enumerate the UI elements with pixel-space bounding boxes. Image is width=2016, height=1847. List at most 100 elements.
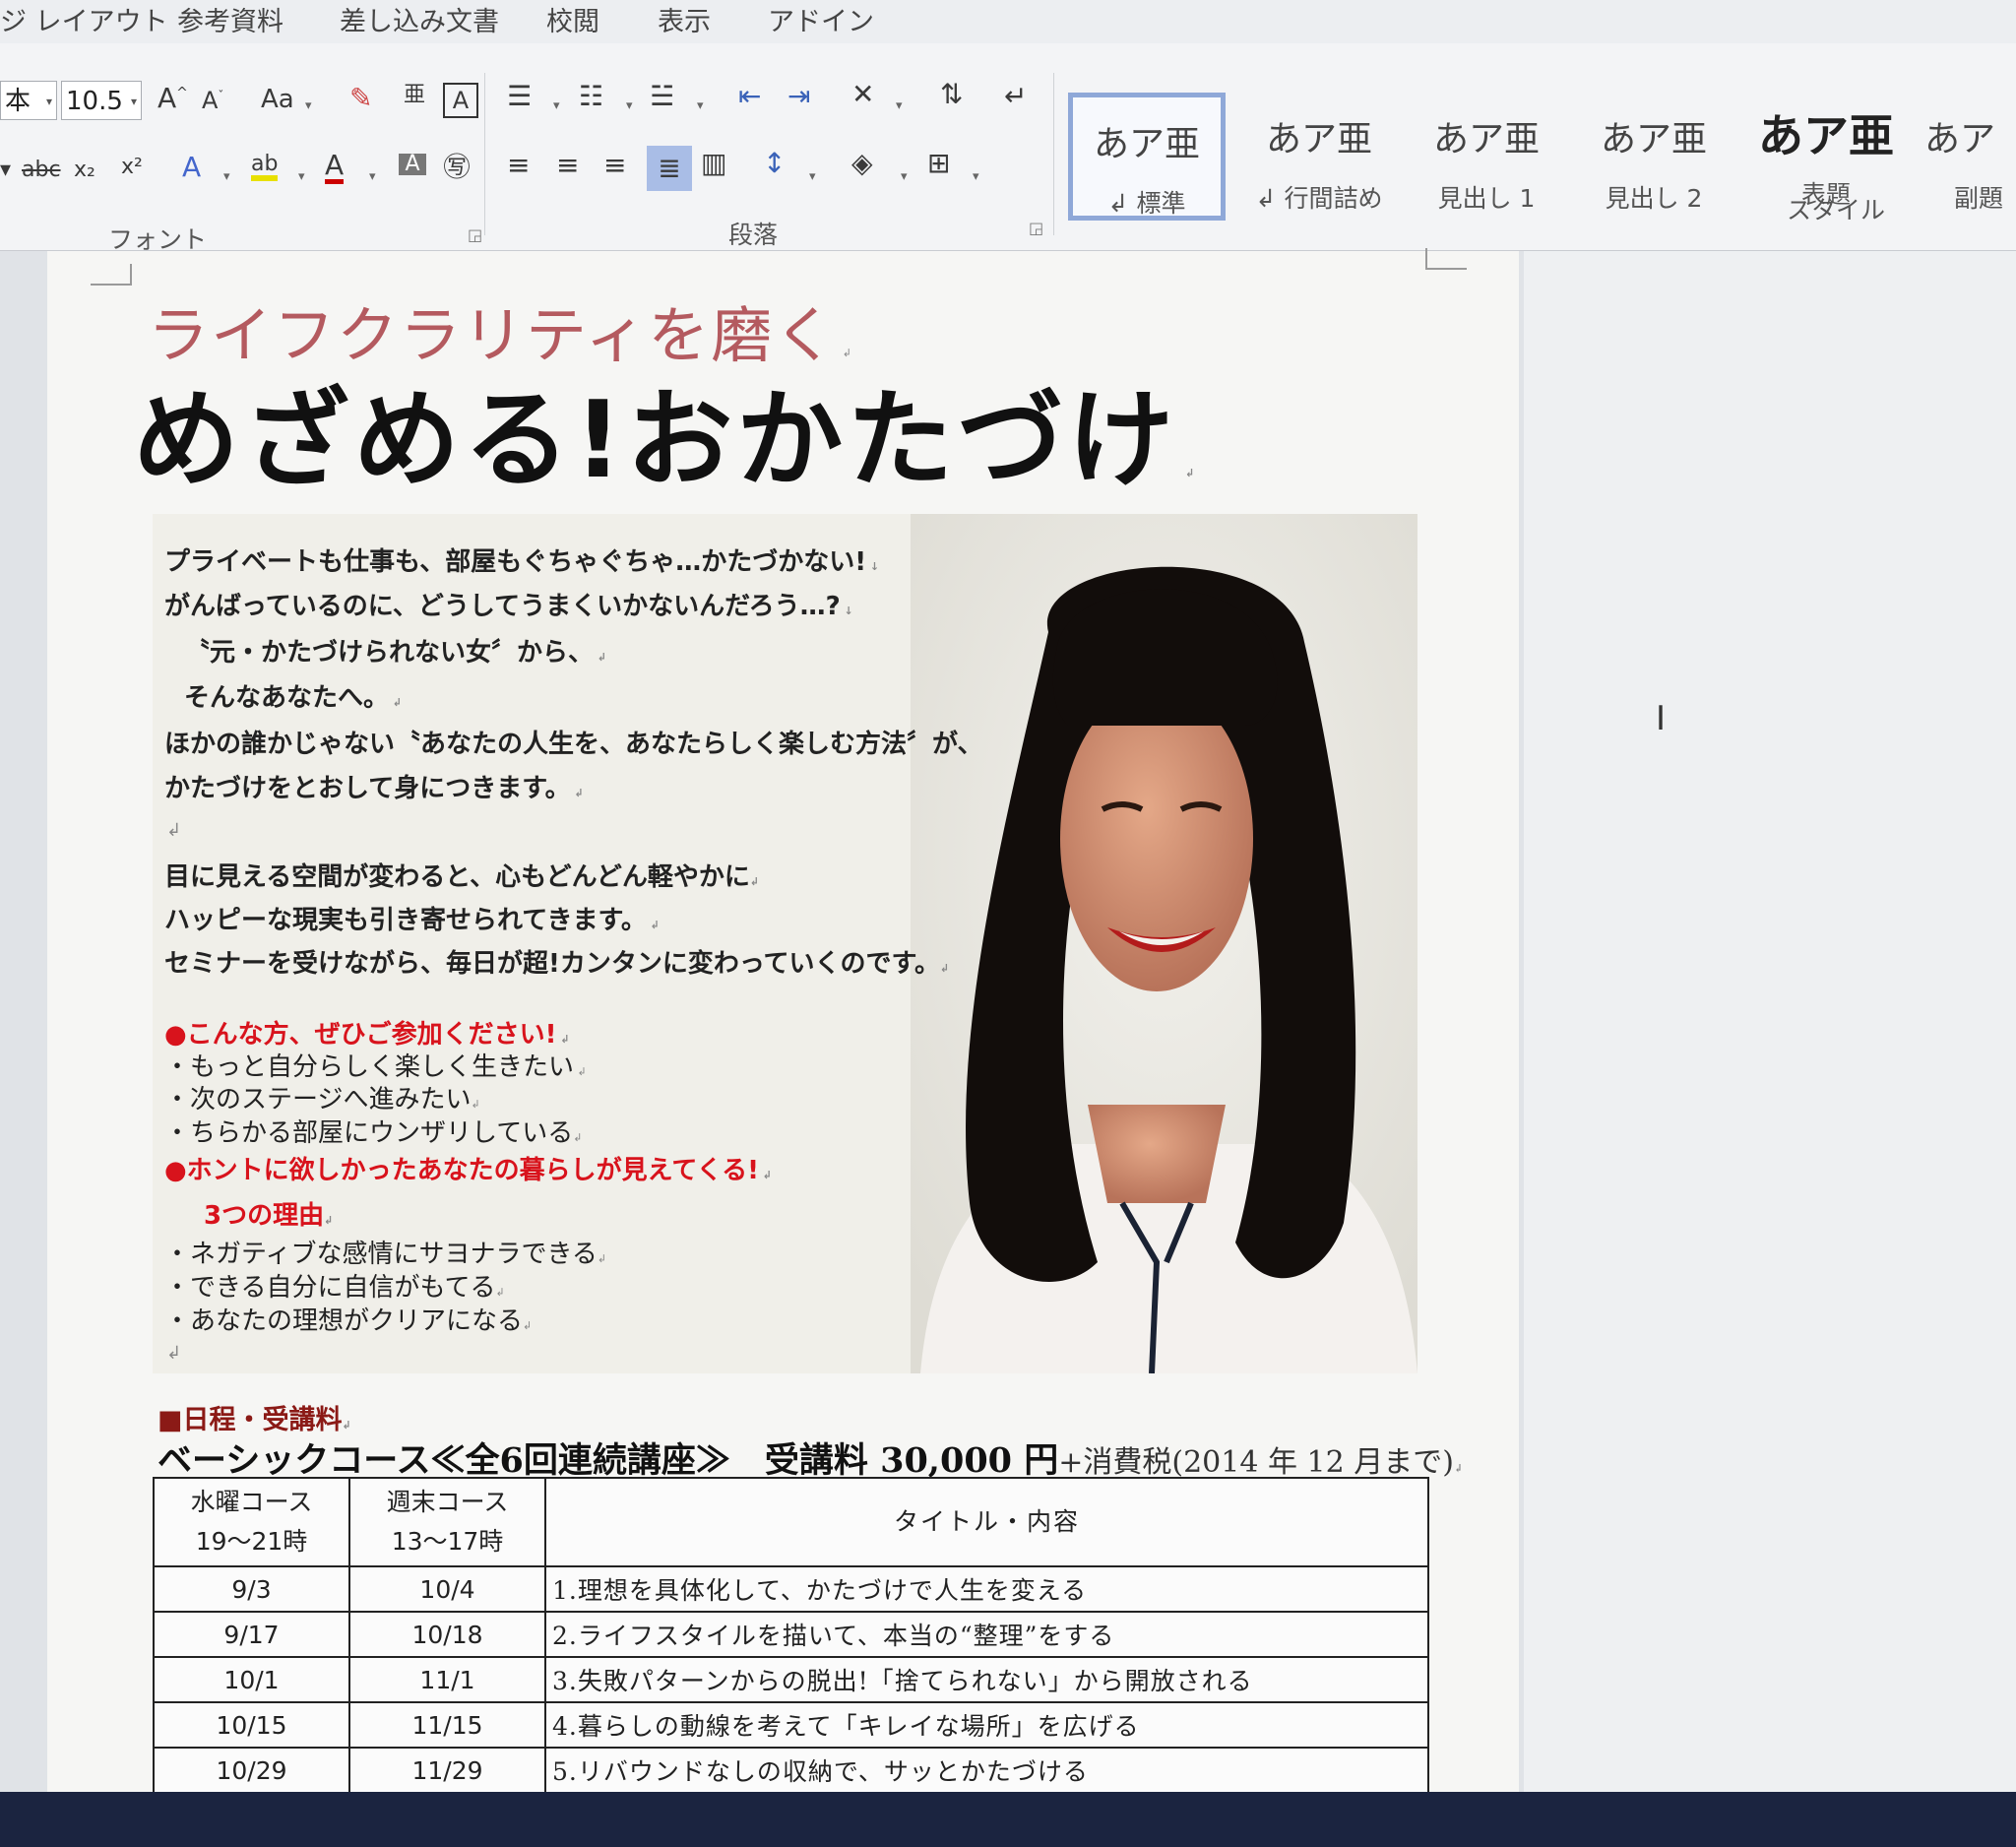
tab-review[interactable]: 校閲 [546,0,599,38]
chevron-down-icon: ▾ [369,169,376,184]
bullets-icon[interactable]: ☰ [507,83,532,110]
style-heading-2[interactable]: あア亜 見出し 2 [1575,93,1732,221]
sort-icon[interactable]: ⇅ [940,81,963,108]
chevron-down-icon: ▾ [305,98,312,113]
asian-layout-icon[interactable]: ✕ [851,81,874,108]
session-content-cell[interactable]: 2.ライフスタイルを描いて、本当の“整理”をする [544,1611,1429,1658]
style-sample: あア亜 [1432,119,1540,159]
line-spacing-icon[interactable]: ↕ [763,150,786,177]
intro-line: プライベートも仕事も、部屋もぐちゃぐちゃ…かたづかない! ↓ [164,547,880,577]
chevron-down-icon: ▾ [697,98,704,113]
multilevel-list-icon[interactable]: ☱ [650,83,674,110]
style-name: ↲ 行間詰め [1255,184,1383,213]
tab-references[interactable]: 参考資料 [177,0,284,38]
intro-line: がんばっているのに、どうしてうまくいかないんだろう…? ↓ [164,592,853,621]
font-size-value: 10.5 [66,87,123,116]
recommend-heading: ●こんな方、ぜひご参加ください! ↲ [164,1020,570,1050]
font-name-value: 本 [5,87,32,116]
character-border-icon[interactable]: A [443,83,478,118]
subscript-icon[interactable]: x₂ [74,159,95,181]
document-margin-area[interactable] [1524,251,2016,1792]
align-left-icon[interactable]: ≡ [507,152,530,179]
font-color-icon[interactable]: A [325,152,345,184]
style-normal[interactable]: あア亜 ↲ 標準 [1068,93,1226,221]
style-heading-1[interactable]: あア亜 見出し 1 [1408,93,1565,221]
intro-line: ハッピーな現実も引き寄せられてきます。 ↲ [164,906,660,935]
recommend-item: ・もっと自分らしく楽しく生きたい ↲ [164,1052,587,1082]
recommend-item: ・次のステージへ進みたい↲ [164,1085,480,1115]
schedule-table[interactable]: 水曜コース 19～21時 週末コース 13～17時 タイトル・内容 9/3 10… [153,1477,1429,1794]
table-row: 9/3 10/4 1.理想を具体化して、かたづけで人生を変える [153,1565,1429,1613]
table-header-row: 水曜コース 19～21時 週末コース 13～17時 タイトル・内容 [153,1477,1429,1567]
borders-icon[interactable]: ⊞ [927,150,950,177]
style-subtitle[interactable]: あア 副題 [1924,93,2016,221]
weekend-date-cell[interactable]: 11/15 [348,1701,546,1749]
tab-mailings[interactable]: 差し込み文書 [340,0,499,38]
show-marks-icon[interactable]: ↵ [1004,83,1027,110]
ribbon-tab-bar: ジ レイアウト 参考資料 差し込み文書 校閲 表示 アドイン [0,0,2016,43]
dialog-launcher-icon[interactable]: ◲ [468,225,482,244]
style-name: 見出し 1 [1437,184,1536,213]
chevron-down-icon: ▾ [223,169,230,184]
weekend-date-cell[interactable]: 10/18 [348,1611,546,1658]
tab-addins[interactable]: アドイン [768,0,874,38]
margin-corner-mark [91,264,132,286]
session-content-cell[interactable]: 1.理想を具体化して、かたづけで人生を変える [544,1565,1429,1613]
tab-page-layout[interactable]: ジ レイアウト [0,0,168,38]
weekend-course-header[interactable]: 週末コース 13～17時 [348,1477,546,1567]
wednesday-date-cell[interactable]: 10/29 [153,1747,350,1794]
chevron-down-icon: ▾ [130,95,137,108]
ribbon: 本 ▾ 10.5 ▾ A^ Aˇ Aa ▾ ✎ 亜 A ▾ abc x₂ x² … [0,43,2016,254]
font-name-box[interactable]: 本 ▾ [0,81,57,120]
style-sample: あア亜 [1093,124,1200,164]
decrease-indent-icon[interactable]: ⇤ [738,83,761,110]
numbering-icon[interactable]: ☷ [579,83,603,110]
hero-block[interactable]: プライベートも仕事も、部屋もぐちゃぐちゃ…かたづかない! ↓ がんばっているのに… [153,514,1418,1373]
justify-icon[interactable]: ≣ [647,146,692,191]
grow-font-button[interactable]: A^ [158,85,188,112]
wednesday-date-cell[interactable]: 10/15 [153,1701,350,1749]
recommend-item: ・ちらかる部屋にウンザリしている↲ [164,1118,583,1148]
paragraph-mark: ↲ [166,820,182,841]
align-right-icon[interactable]: ≡ [603,152,626,179]
shrink-font-button[interactable]: Aˇ [202,89,223,112]
phonetic-guide-icon[interactable]: 亜 [404,85,425,106]
superscript-icon[interactable]: x² [121,157,143,178]
style-name: ↲ 標準 [1107,189,1186,218]
session-content-cell[interactable]: 4.暮らしの動線を考えて「キレイな場所」を広げる [544,1701,1429,1749]
align-center-icon[interactable]: ≡ [556,152,579,179]
chevron-down-icon: ▾ [809,169,816,184]
style-sample: あア [1924,119,1996,159]
weekend-date-cell[interactable]: 11/1 [348,1656,546,1703]
style-no-spacing[interactable]: あア亜 ↲ 行間詰め [1240,93,1398,221]
change-case-button[interactable]: Aa [261,87,294,112]
clear-format-icon[interactable]: ✎ [349,85,372,112]
shading-icon[interactable]: ◈ [851,150,873,177]
schedule-heading[interactable]: ■日程・受講料↲ [158,1398,351,1436]
increase-indent-icon[interactable]: ⇥ [788,83,810,110]
wednesday-date-cell[interactable]: 9/3 [153,1565,350,1613]
character-shading-icon[interactable]: A [399,154,426,175]
session-content-cell[interactable]: 3.失敗パターンからの脱出!「捨てられない」から開放される [544,1656,1429,1703]
title-content-header[interactable]: タイトル・内容 [544,1477,1429,1567]
font-size-box[interactable]: 10.5 ▾ [61,81,142,120]
session-content-cell[interactable]: 5.リバウンドなしの収納で、サッとかたづける [544,1747,1429,1794]
text-effects-icon[interactable]: A [182,154,201,181]
table-row: 10/1 11/1 3.失敗パターンからの脱出!「捨てられない」から開放される [153,1656,1429,1703]
tab-view[interactable]: 表示 [658,0,711,38]
group-separator [484,73,485,235]
enclose-character-icon[interactable]: ㊢ [443,154,471,181]
course-title[interactable]: ベーシックコース≪全6回連続講座≫ 受講料 30,000 円+消費税(2014 … [158,1433,1463,1483]
chevron-down-icon: ▾ [0,158,12,182]
weekend-date-cell[interactable]: 11/29 [348,1747,546,1794]
dialog-launcher-icon[interactable]: ◲ [1029,219,1043,237]
distributed-icon[interactable]: ▥ [701,150,726,177]
strikethrough-icon[interactable]: abc [22,159,61,181]
wednesday-date-cell[interactable]: 9/17 [153,1611,350,1658]
document-title[interactable]: めざめる!おかたづけ ↲ [133,354,1198,508]
wednesday-course-header[interactable]: 水曜コース 19～21時 [153,1477,350,1567]
wednesday-date-cell[interactable]: 10/1 [153,1656,350,1703]
table-row: 10/29 11/29 5.リバウンドなしの収納で、サッとかたづける [153,1747,1429,1794]
weekend-date-cell[interactable]: 10/4 [348,1565,546,1613]
highlight-icon[interactable]: ab [251,154,279,181]
